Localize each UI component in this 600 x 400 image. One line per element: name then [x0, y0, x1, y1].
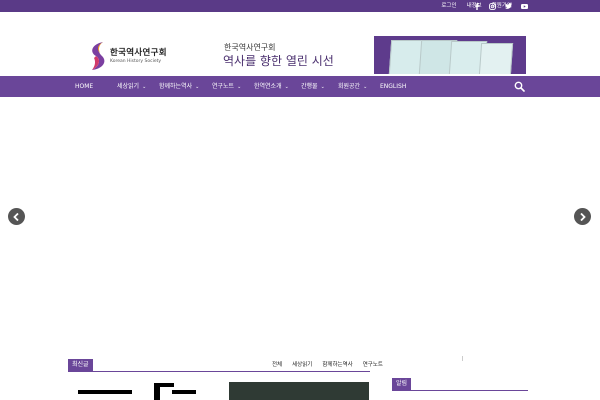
tagline-title: 역사를 향한 열린 시선 — [223, 54, 334, 68]
instagram-icon[interactable] — [489, 2, 496, 10]
tab-research-notes[interactable]: 연구노트 — [363, 359, 383, 371]
chevron-down-icon: ⌄ — [195, 84, 200, 90]
nav-item-world-reading[interactable]: 세상읽기 ⌄ — [117, 76, 146, 97]
chevron-left-icon — [13, 212, 19, 221]
latest-category-tabs: 전체 세상읽기 함께하는역사 연구노트 — [272, 359, 383, 371]
chevron-down-icon: ⌄ — [320, 84, 325, 90]
facebook-icon[interactable] — [473, 2, 480, 10]
header-banner-image[interactable] — [374, 36, 526, 74]
nav-item-research-notes[interactable]: 연구노트 ⌄ — [212, 76, 241, 97]
chevron-down-icon: ⌄ — [363, 84, 368, 90]
post-thumbnail[interactable] — [76, 382, 206, 400]
nav-item-members[interactable]: 회원공간 ⌄ — [338, 76, 367, 97]
divider — [462, 356, 463, 361]
chevron-right-icon — [580, 212, 586, 221]
chevron-down-icon: ⌄ — [142, 84, 147, 90]
youtube-icon[interactable] — [521, 3, 528, 10]
search-icon[interactable] — [514, 81, 525, 92]
notice-heading: 알림 — [392, 378, 412, 390]
section-divider — [68, 371, 370, 372]
nav-item-history-together[interactable]: 함께하는역사 ⌄ — [159, 76, 199, 97]
tab-history-together[interactable]: 함께하는역사 — [322, 359, 352, 371]
top-utility-bar: 로그인 내정보 회원가입 — [0, 0, 600, 12]
site-logo[interactable]: 한국역사연구회 Korean History Society — [86, 36, 186, 74]
slider-next-button[interactable] — [574, 208, 591, 225]
hero-slider — [0, 97, 600, 355]
nav-item-english[interactable]: ENGLISH — [380, 76, 406, 97]
tab-all[interactable]: 전체 — [272, 359, 282, 371]
nav-item-publications[interactable]: 간행물 ⌄ — [301, 76, 325, 97]
tab-world-reading[interactable]: 세상읽기 — [292, 359, 312, 371]
nav-item-about[interactable]: 한역연소개 ⌄ — [254, 76, 289, 97]
chevron-down-icon: ⌄ — [284, 84, 289, 90]
login-link[interactable]: 로그인 — [441, 0, 456, 12]
latest-posts-heading: 최신글 — [68, 359, 93, 371]
nav-item-home[interactable]: HOME — [75, 76, 93, 97]
logo-mark-icon — [92, 42, 105, 70]
chevron-down-icon: ⌄ — [237, 84, 242, 90]
social-links — [473, 0, 528, 12]
logo-korean-text: 한국역사연구회 — [110, 48, 167, 58]
site-header: 한국역사연구회 Korean History Society 한국역사연구회 역… — [0, 12, 600, 76]
main-navigation: HOME 세상읽기 ⌄ 함께하는역사 ⌄ 연구노트 ⌄ 한역연소개 ⌄ 간행물 ⌄ 회원공… — [0, 76, 600, 97]
section-divider — [392, 390, 528, 391]
logo-english-text: Korean History Society — [110, 59, 162, 64]
post-thumbnail[interactable] — [229, 382, 369, 400]
slider-prev-button[interactable] — [8, 208, 25, 225]
twitter-icon[interactable] — [505, 3, 512, 10]
